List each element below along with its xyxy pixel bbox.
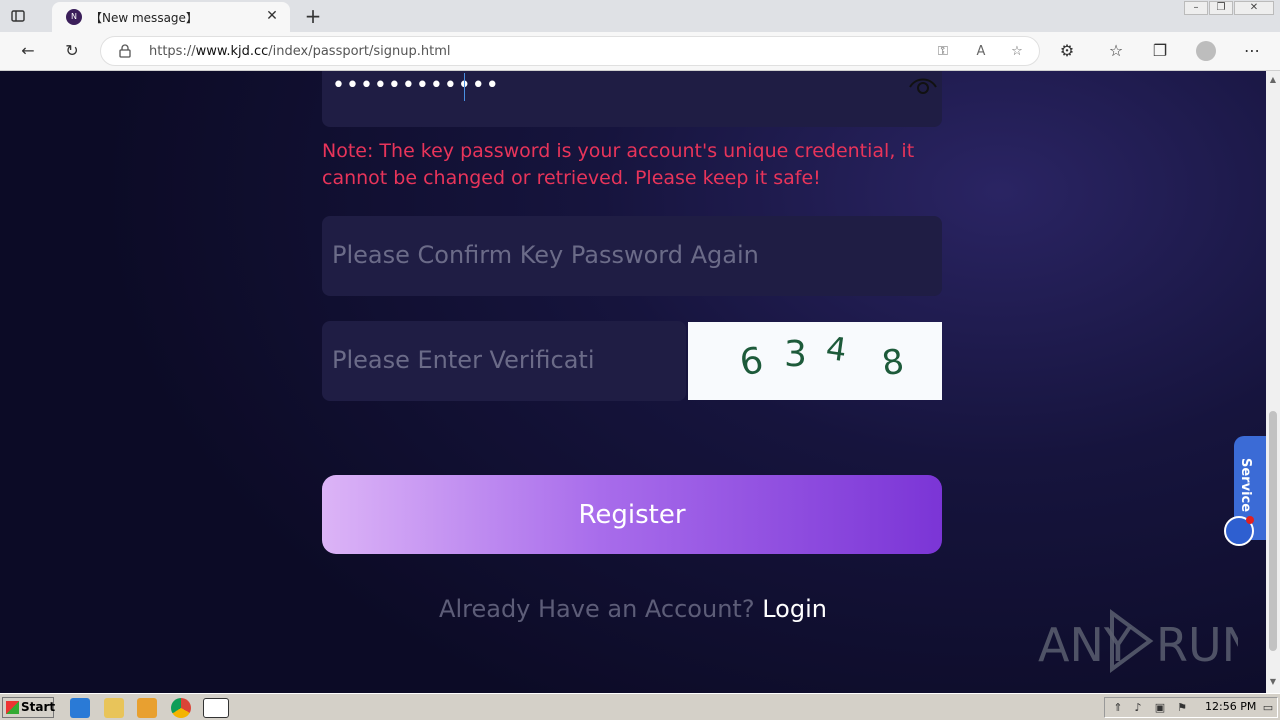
- scrollbar-thumb[interactable]: [1269, 411, 1277, 651]
- browser-tab[interactable]: N 【New message】 ✕: [52, 2, 290, 32]
- password-warning-note: Note: The key password is your account's…: [322, 140, 915, 189]
- svg-text:RUN: RUN: [1156, 618, 1238, 672]
- signup-page: •••••••••••• Note: The key password is y…: [0, 71, 1266, 693]
- already-have-account-text: Already Have an Account?: [439, 595, 755, 623]
- notification-dot-icon: [1246, 516, 1254, 524]
- confirm-password-placeholder: Please Confirm Key Password Again: [332, 241, 759, 269]
- close-window-button[interactable]: ✕: [1234, 1, 1274, 15]
- show-desktop-icon[interactable]: ▭: [1261, 701, 1275, 715]
- add-favorite-icon[interactable]: ☆: [1007, 42, 1027, 62]
- refresh-icon[interactable]: ↻: [61, 40, 83, 62]
- key-password-field[interactable]: ••••••••••••: [322, 71, 942, 127]
- scroll-up-arrow-icon[interactable]: ▲: [1268, 75, 1278, 85]
- scroll-down-arrow-icon[interactable]: ▼: [1268, 677, 1278, 687]
- edge-icon[interactable]: [203, 698, 229, 718]
- register-button[interactable]: Register: [322, 475, 942, 554]
- verification-code-field[interactable]: Please Enter Verification Code: [322, 321, 686, 401]
- show-password-eye-icon[interactable]: [908, 75, 938, 95]
- text-caret: [464, 73, 465, 101]
- tab-strip: N 【New message】 ✕ + – ❐ ✕: [0, 0, 1280, 32]
- site-favicon-icon: N: [66, 9, 82, 25]
- windows-flag-icon: [6, 701, 19, 714]
- action-center-flag-icon[interactable]: ⚑: [1175, 701, 1189, 715]
- address-bar[interactable]: https://www.kjd.cc/index/passport/signup…: [100, 36, 1040, 66]
- tab-title: 【New message】: [90, 11, 198, 25]
- tray-expand-icon[interactable]: ⇑: [1111, 701, 1125, 715]
- start-button[interactable]: Start: [2, 697, 56, 718]
- chrome-icon[interactable]: [171, 698, 191, 718]
- network-icon[interactable]: ▣: [1153, 701, 1167, 715]
- verification-placeholder: Please Enter Verification Code: [332, 346, 594, 374]
- start-label: Start: [21, 700, 56, 714]
- captcha-digit: 3: [784, 334, 807, 375]
- restore-button[interactable]: ❐: [1209, 1, 1233, 15]
- password-value: ••••••••••••: [332, 73, 500, 98]
- volume-icon[interactable]: ♪: [1131, 701, 1145, 715]
- new-tab-button[interactable]: +: [302, 5, 324, 27]
- windows-taskbar: Start ⇑ ♪ ▣ ⚑ 12:56 PM ▭: [0, 693, 1280, 720]
- service-label: Service: [1238, 458, 1253, 513]
- taskbar-clock[interactable]: 12:56 PM: [1205, 700, 1256, 713]
- captcha-digit: 8: [879, 342, 906, 385]
- key-icon[interactable]: ⚿: [933, 42, 953, 62]
- back-arrow-icon[interactable]: ←: [17, 40, 39, 62]
- extensions-icon[interactable]: ⚙: [1056, 40, 1078, 62]
- browser-toolbar: ← ↻ https://www.kjd.cc/index/passport/si…: [0, 32, 1280, 71]
- customer-service-tab[interactable]: Service: [1224, 436, 1266, 546]
- anyrun-watermark-logo: ANY RUN: [1038, 609, 1238, 673]
- captcha-image[interactable]: 6 3 4 8: [688, 322, 942, 400]
- url-text[interactable]: https://www.kjd.cc/index/passport/signup…: [149, 44, 451, 59]
- system-tray: ⇑ ♪ ▣ ⚑ 12:56 PM ▭: [1104, 697, 1278, 718]
- favorites-icon[interactable]: ☆: [1105, 40, 1127, 62]
- login-link[interactable]: Login: [762, 595, 827, 623]
- page-scrollbar[interactable]: ▲ ▼: [1266, 71, 1280, 693]
- confirm-password-field[interactable]: Please Confirm Key Password Again: [322, 216, 942, 296]
- captcha-digit: 6: [737, 340, 767, 384]
- read-aloud-icon[interactable]: A: [971, 42, 991, 62]
- tab-close-icon[interactable]: ✕: [264, 8, 280, 24]
- ie-icon[interactable]: [70, 698, 90, 718]
- tab-actions-icon[interactable]: [10, 8, 26, 24]
- profile-avatar[interactable]: [1196, 41, 1216, 61]
- collections-icon[interactable]: ❐: [1149, 40, 1171, 62]
- more-menu-icon[interactable]: ⋯: [1241, 40, 1263, 62]
- explorer-folder-icon[interactable]: [104, 698, 124, 718]
- captcha-digit: 4: [824, 329, 849, 369]
- lock-icon[interactable]: [117, 43, 133, 59]
- minimize-button[interactable]: –: [1184, 1, 1208, 15]
- media-player-icon[interactable]: [137, 698, 157, 718]
